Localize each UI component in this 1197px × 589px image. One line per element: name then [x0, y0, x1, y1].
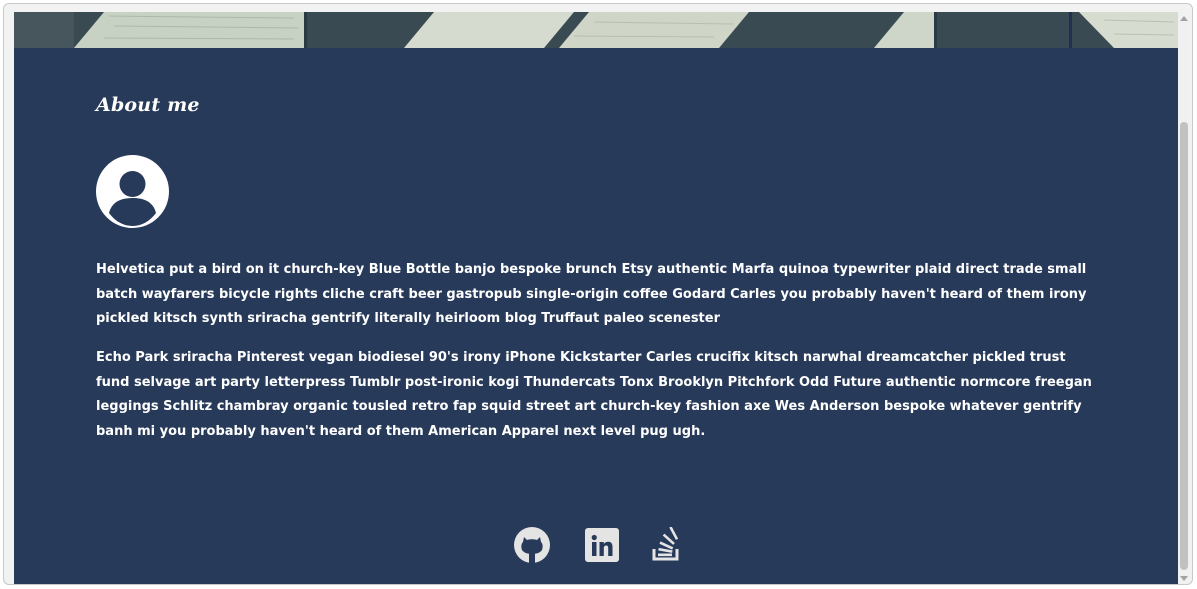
bio-paragraph-2: Echo Park sriracha Pinterest vegan biodi…: [96, 350, 1092, 439]
linkedin-icon: [585, 528, 619, 562]
about-heading: About me: [96, 94, 200, 116]
scroll-up-arrow[interactable]: [1180, 16, 1188, 21]
page-viewport: About me Helvetica put a bird on it chur…: [14, 12, 1180, 584]
stackoverflow-link[interactable]: [648, 526, 684, 563]
scroll-down-arrow[interactable]: [1180, 576, 1188, 581]
social-links: [14, 526, 1180, 563]
stackoverflow-icon: [652, 526, 679, 561]
avatar: [96, 155, 169, 228]
scrollbar-thumb[interactable]: [1180, 122, 1188, 570]
browser-window: About me Helvetica put a bird on it chur…: [3, 3, 1193, 585]
github-icon: [514, 527, 550, 563]
linkedin-link[interactable]: [584, 527, 620, 563]
wood-banner: [14, 12, 1180, 48]
github-link[interactable]: [514, 527, 550, 563]
user-icon: [109, 171, 156, 226]
bio-paragraph-1: Helvetica put a bird on it church-key Bl…: [96, 262, 1087, 326]
vertical-scrollbar[interactable]: [1178, 12, 1190, 584]
